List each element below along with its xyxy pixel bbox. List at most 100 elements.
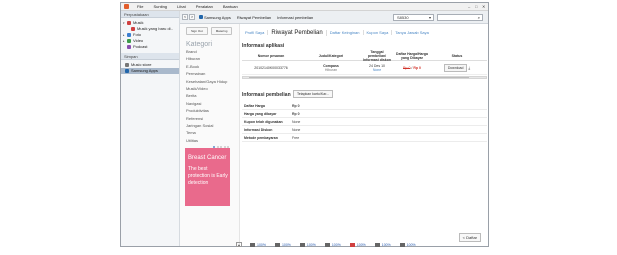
sign-out-button[interactable]: Sign Out (186, 27, 208, 35)
info-label: Informasi Diskon (244, 127, 273, 132)
music-icon (250, 242, 255, 247)
info-label: Metode pembayaran (244, 135, 278, 140)
category-item[interactable]: Produktivitas (180, 107, 239, 114)
menu-help[interactable]: Bantuan (218, 4, 243, 9)
category-title: Kategori (186, 41, 213, 48)
music-note-icon (127, 20, 131, 25)
info-label: Harga yang dibayar (244, 111, 277, 116)
category-panel: Sign Out Matering Kategori Brand Hiburan E… (180, 24, 240, 246)
category-item[interactable]: Brand (180, 48, 239, 55)
app-info-title: Informasi aplikasi (242, 43, 285, 49)
forward-button[interactable]: > (189, 14, 195, 20)
info-value: None (292, 127, 301, 132)
category-item[interactable]: Jaringan Sosial (180, 122, 239, 129)
category-item[interactable]: Musik/Video (180, 85, 239, 92)
markets-button[interactable]: Matering (210, 27, 233, 35)
category-item[interactable]: Utilitas (180, 137, 239, 144)
samsung-apps-icon (125, 68, 129, 73)
capacity-bar: ▲ 100% 100% 100% 100% 100% 100% 100% (236, 242, 425, 247)
col-date: Tanggal pembelian/ Informasi diskon (362, 49, 391, 62)
category-item[interactable]: Hiburan (180, 55, 239, 62)
app-logo-icon (124, 4, 129, 9)
menu-edit[interactable]: Sunting (148, 4, 172, 9)
breadcrumb-samsung-apps[interactable]: Samsung Apps (204, 15, 234, 20)
info-row-list-price: Daftar Harga Rp 0 (242, 102, 487, 110)
tab-my-coupons[interactable]: Kupon Saya (364, 30, 393, 35)
download-button[interactable]: Download (443, 63, 468, 72)
maximize-icon[interactable]: □ (475, 4, 477, 9)
info-row-coupon: Kupon telah digunakan None (242, 118, 487, 126)
horizontal-scrollbar[interactable] (242, 76, 487, 79)
video-icon (127, 38, 131, 43)
close-icon[interactable]: ✕ (482, 4, 485, 9)
music-note-icon (131, 26, 135, 31)
list-price: Rp 0 (403, 65, 411, 70)
category-item[interactable]: Tema (180, 129, 239, 136)
tab-wishlist[interactable]: Daftar Keinginan (327, 30, 364, 35)
back-button[interactable]: < (182, 14, 188, 20)
store-icon (125, 62, 129, 67)
discount-info: None (372, 67, 382, 72)
search-input[interactable]: ⌕ (437, 14, 483, 21)
samsung-apps-icon (199, 15, 203, 19)
category-item[interactable]: Referensi (180, 115, 239, 122)
info-value: Free (292, 135, 300, 140)
breadcrumb-purchase-info: Informasi pembelian (277, 14, 314, 20)
info-value: Rp 0 (292, 103, 300, 108)
status-cell: Download ⤓ (432, 63, 482, 72)
category-item[interactable]: E-Book (180, 63, 239, 70)
info-row-payment: Metode pembayaran Free (242, 134, 487, 142)
device-name: S8530 (397, 15, 409, 20)
category-item[interactable]: Navigasi (180, 100, 239, 107)
capacity-item-podcast[interactable]: 100% (324, 242, 341, 247)
menu-file[interactable]: File (132, 4, 148, 9)
minimize-icon[interactable]: – (468, 4, 470, 9)
video-icon (299, 242, 305, 247)
table-header: Nomor pesanan Judul/Kategori Tanggal pem… (242, 49, 487, 62)
app-category: Hiburan (324, 67, 338, 72)
order-number: 20102140K00033776 (254, 65, 288, 70)
menu-tools[interactable]: Peralatan (191, 4, 218, 9)
tab-my-profile[interactable]: Profil Saya (242, 30, 269, 35)
main-area: < > Samsung Apps Riwayat Pembelian Infor… (180, 11, 488, 246)
content-panel: Profil Saya Riwayat Pembelian Daftar Kei… (240, 24, 488, 246)
scrollbar-thumb[interactable] (249, 77, 469, 78)
tab-purchase-history[interactable]: Riwayat Pembelian (268, 29, 327, 36)
menu-view[interactable]: Lihat (172, 4, 191, 9)
store-header: Simpan (121, 53, 179, 60)
sidebar-item-podcast[interactable]: Podcast (121, 44, 179, 50)
info-row-discount: Informasi Diskon None (242, 126, 487, 134)
device-selector[interactable]: S8530 ▾ (393, 14, 434, 21)
back-to-list-button[interactable]: < Daftar (458, 233, 481, 242)
set-card-button[interactable]: Tetapkan kartu/Kar... (293, 90, 334, 98)
promo-banner[interactable]: Breast Cancer The best protection is Ear… (185, 148, 230, 206)
photo-icon (274, 242, 280, 247)
app-info-table: Nomor pesanan Judul/Kategori Tanggal pem… (242, 49, 487, 79)
capacity-item-music[interactable]: 100% (250, 242, 266, 247)
capacity-item-other[interactable]: 100% (399, 242, 416, 247)
category-item[interactable]: Berita (180, 92, 239, 99)
price-cell: Rp 0 / Rp 0 (403, 65, 421, 70)
paid-price: Rp 0 (413, 65, 421, 70)
search-icon[interactable]: ⌕ (478, 15, 480, 20)
tab-my-qa[interactable]: Tanya Jawab Saya (392, 30, 432, 35)
breadcrumb-purchase-history[interactable]: Riwayat Pembelian (234, 15, 274, 20)
col-price: Daftar Harga/Harga yang Dibayar (396, 51, 428, 60)
info-row-paid-price: Harga yang dibayar Rp 0 (242, 110, 487, 118)
capacity-item-apps[interactable]: 100% (349, 242, 366, 247)
category-item[interactable]: Kesehatan/Gaya Hidup (180, 78, 239, 85)
col-title: Judul/Kategori (318, 53, 344, 58)
chevron-down-icon: ▾ (428, 15, 431, 20)
capacity-item-video[interactable]: 100% (299, 242, 316, 247)
download-icon[interactable]: ⤓ (468, 65, 470, 70)
collapse-icon[interactable]: ▲ (236, 242, 242, 247)
purchase-info-title: Informasi pembelian (242, 92, 291, 98)
table-row[interactable]: 20102140K00033776 Compass Hiburan 24 Des… (242, 61, 487, 75)
capacity-item-contacts[interactable]: 100% (374, 242, 391, 247)
category-item[interactable]: Permainan (180, 70, 239, 77)
sidebar-item-samsung-apps[interactable]: Samsung Apps (121, 68, 179, 74)
sidebar: Perpustakaan ▾ Musik Musik yang baru di..… (121, 11, 180, 246)
capacity-item-photo[interactable]: 100% (274, 242, 291, 247)
promo-title: Breast Cancer (188, 155, 227, 161)
info-label: Daftar Harga (244, 103, 266, 108)
